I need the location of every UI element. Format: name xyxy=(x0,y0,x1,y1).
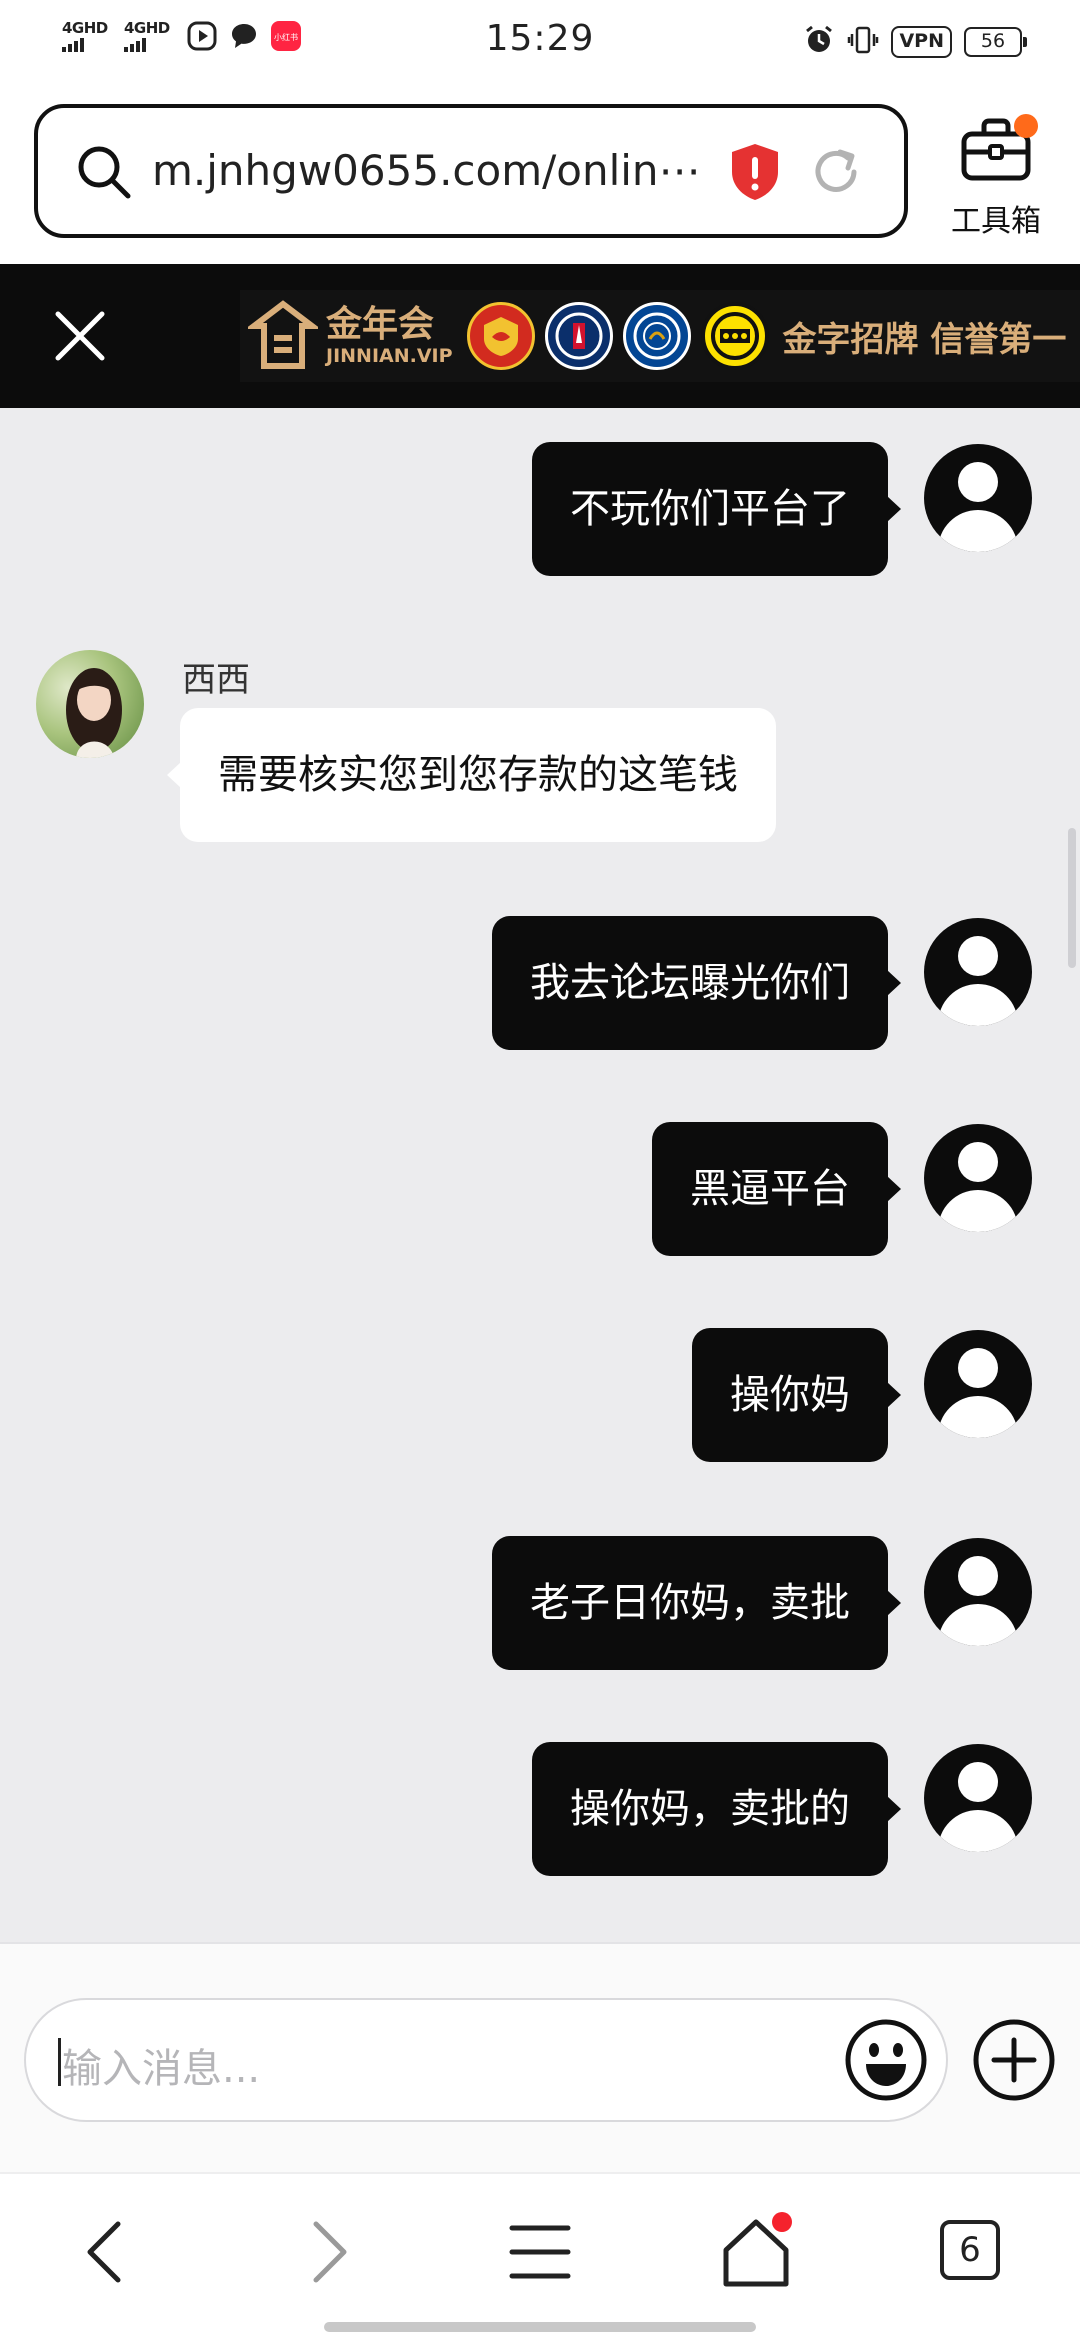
ad-brand: 金年会 JINNIAN.VIP xyxy=(326,304,453,368)
user-avatar[interactable] xyxy=(924,918,1032,1026)
forward-icon[interactable] xyxy=(286,2212,366,2292)
notification-dot xyxy=(772,2212,792,2232)
message-bubble-outgoing[interactable]: 不玩你们平台了 xyxy=(532,442,901,576)
user-avatar[interactable] xyxy=(924,1744,1032,1852)
message-input[interactable]: 输入消息... xyxy=(24,1998,948,2122)
user-avatar[interactable] xyxy=(924,444,1032,552)
club-logos xyxy=(466,302,769,370)
vpn-indicator: VPN xyxy=(891,26,952,58)
battery-indicator: 56 xyxy=(964,27,1027,57)
ad-banner[interactable]: 金年会 JINNIAN.VIP 金字招牌 信誉第一 xyxy=(0,264,1080,408)
menu-icon[interactable] xyxy=(500,2212,580,2292)
ad-brand-en: JINNIAN.VIP xyxy=(326,345,453,367)
status-right: VPN 56 xyxy=(803,24,1027,60)
user-avatar[interactable] xyxy=(924,1330,1032,1438)
toolbox-label: 工具箱 xyxy=(951,204,1041,239)
browser-bottom-nav: 6 xyxy=(0,2172,1080,2340)
brand-logo-icon xyxy=(245,300,321,376)
url-text[interactable]: m.jnhgw0655.com/onlin⋯ xyxy=(152,146,722,195)
scrollbar-thumb[interactable] xyxy=(1068,828,1076,968)
message-bubble-outgoing[interactable]: 老子日你妈，卖批 xyxy=(492,1536,901,1670)
bvb-logo-icon xyxy=(700,302,769,370)
home-icon[interactable] xyxy=(716,2212,796,2292)
chelsea-logo-icon xyxy=(622,302,691,370)
toolbox-button[interactable]: 工具箱 xyxy=(936,114,1056,239)
gesture-bar[interactable] xyxy=(324,2322,756,2332)
add-attachment-icon[interactable] xyxy=(970,2016,1058,2104)
browser-toolbar: m.jnhgw0655.com/onlin⋯ 工具箱 xyxy=(0,84,1080,264)
message-input-bar: 输入消息... xyxy=(0,1942,1080,2172)
vibrate-icon xyxy=(847,24,879,60)
agent-avatar[interactable] xyxy=(36,650,144,758)
manutd-logo-icon xyxy=(466,302,535,370)
tabs-icon[interactable]: 6 xyxy=(934,2212,1014,2292)
ad-strip[interactable]: 金年会 JINNIAN.VIP 金字招牌 信誉第一 xyxy=(240,290,1080,382)
message-bubble-outgoing[interactable]: 操你妈 xyxy=(692,1328,901,1462)
text-caret xyxy=(58,2038,61,2086)
message-bubble-outgoing[interactable]: 操你妈，卖批的 xyxy=(532,1742,901,1876)
ad-brand-cn: 金年会 xyxy=(326,304,435,345)
emoji-icon[interactable] xyxy=(842,2016,930,2104)
message-input-placeholder: 输入消息... xyxy=(62,2046,261,2092)
back-icon[interactable] xyxy=(68,2212,148,2292)
tabs-count: 6 xyxy=(940,2220,1000,2280)
ad-slogan: 金字招牌 信誉第一 xyxy=(782,319,1067,360)
message-bubble-incoming[interactable]: 需要核实您到您存款的这笔钱 xyxy=(167,708,776,842)
chat-area[interactable]: 不玩你们平台了 西西 需要核实您到您存款的这笔钱 我去论坛曝光你们 黑逼平台 操… xyxy=(0,408,1080,1942)
message-bubble-outgoing[interactable]: 我去论坛曝光你们 xyxy=(492,916,901,1050)
reload-icon[interactable] xyxy=(808,144,864,204)
search-icon xyxy=(74,142,134,206)
psg-logo-icon xyxy=(544,302,613,370)
status-bar: 4GHD 4GHD 小红书 15:29 VPN 56 xyxy=(0,0,1080,84)
address-bar[interactable]: m.jnhgw0655.com/onlin⋯ xyxy=(34,104,908,238)
agent-name: 西西 xyxy=(182,660,250,700)
alarm-icon xyxy=(803,24,835,60)
notification-dot xyxy=(1014,114,1038,138)
user-avatar[interactable] xyxy=(924,1538,1032,1646)
message-bubble-outgoing[interactable]: 黑逼平台 xyxy=(652,1122,901,1256)
security-warning-icon[interactable] xyxy=(728,142,782,206)
close-icon[interactable] xyxy=(52,308,108,364)
user-avatar[interactable] xyxy=(924,1124,1032,1232)
